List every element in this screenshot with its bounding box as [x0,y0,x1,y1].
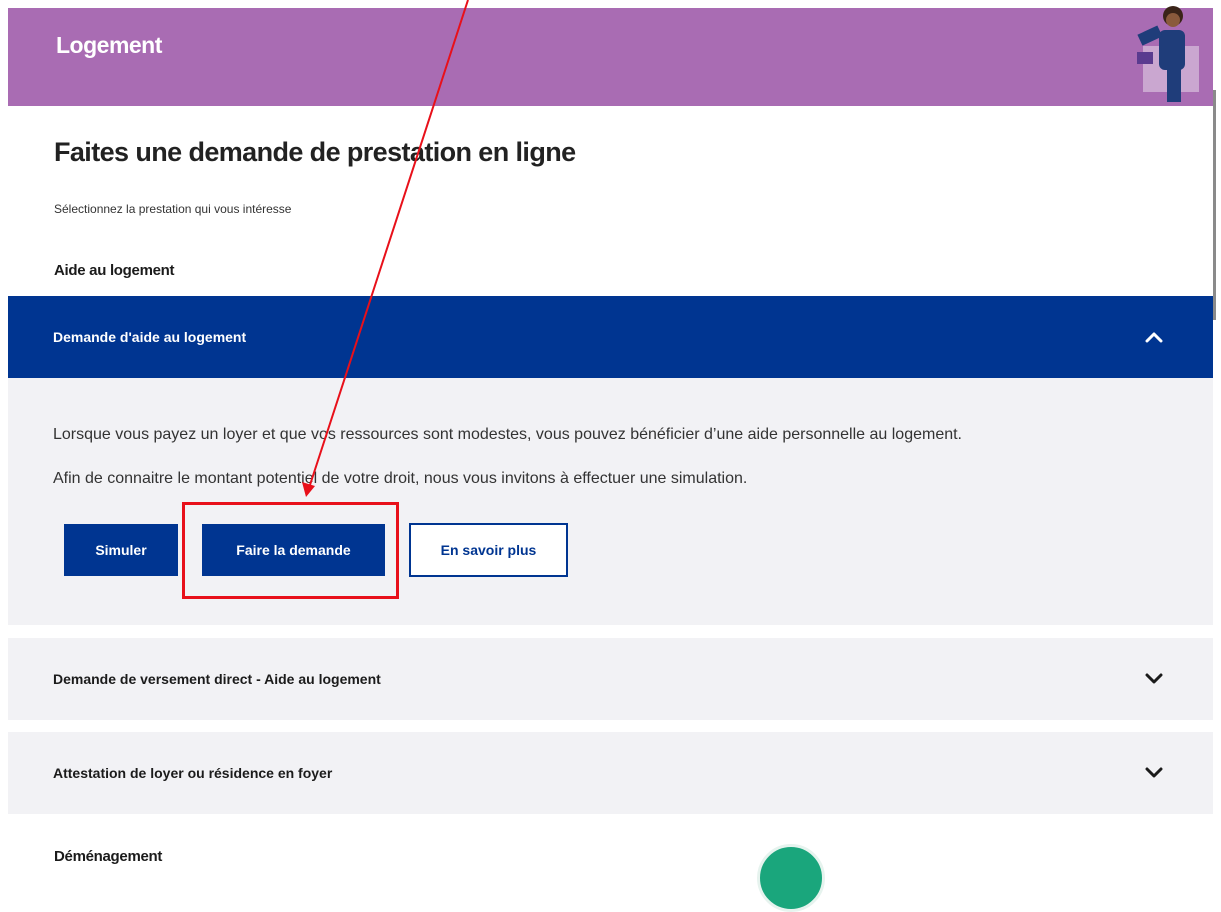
panel-paragraph-1: Lorsque vous payez un loyer et que vos r… [53,426,962,443]
banner-title: Logement [56,32,162,58]
accordion-attestation-loyer[interactable]: Attestation de loyer ou résidence en foy… [8,732,1213,814]
section-title-aide-logement: Aide au logement [54,262,175,279]
chevron-down-icon [1145,673,1163,684]
chevron-down-icon [1145,767,1163,778]
accordion-versement-direct[interactable]: Demande de versement direct - Aide au lo… [8,638,1213,720]
page-subtitle: Sélectionnez la prestation qui vous inté… [54,202,292,216]
simulate-button[interactable]: Simuler [64,524,178,576]
person-illustration-icon [1137,6,1199,102]
accordion-label: Demande d'aide au logement [53,329,247,345]
section-title-demenagement: Déménagement [54,848,163,865]
accordion-label: Demande de versement direct - Aide au lo… [53,671,381,687]
panel-paragraph-2: Afin de connaitre le montant potentiel d… [53,470,748,487]
learn-more-button[interactable]: En savoir plus [409,523,568,577]
category-banner: Logement [8,6,1213,106]
scrollbar[interactable] [1213,90,1216,320]
accordion-demande-aide-logement[interactable]: Demande d'aide au logement [8,296,1213,378]
chevron-up-icon [1145,332,1163,343]
highlight-box [182,502,399,599]
accordion-label: Attestation de loyer ou résidence en foy… [53,765,333,781]
chat-assistant-icon[interactable] [757,844,825,912]
page-title: Faites une demande de prestation en lign… [54,137,576,167]
